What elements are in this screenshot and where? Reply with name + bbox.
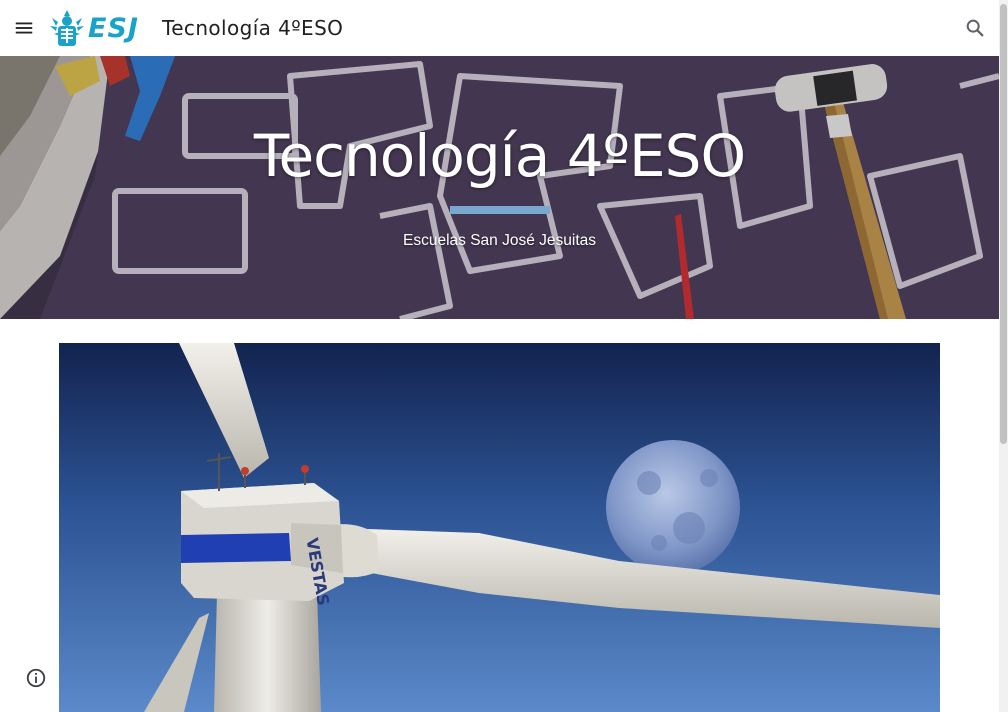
- scrollbar-thumb[interactable]: [1000, 4, 1007, 444]
- search-button[interactable]: [961, 14, 989, 42]
- navigation-menu-button[interactable]: [10, 14, 38, 42]
- school-logo[interactable]: ESJ: [48, 8, 139, 48]
- header-banner: Tecnología 4ºESO Escuelas San José Jesui…: [0, 56, 999, 319]
- banner-accent-rule: [450, 206, 550, 214]
- wind-turbine-illustration: VESTAS: [59, 343, 940, 712]
- banner-title: Tecnología 4ºESO: [253, 122, 746, 190]
- wind-turbine-image[interactable]: VESTAS: [59, 343, 940, 712]
- info-icon: [26, 668, 46, 688]
- site-info-button[interactable]: [25, 667, 47, 689]
- site-title[interactable]: Tecnología 4ºESO: [162, 16, 343, 40]
- page-scrollbar[interactable]: [999, 0, 1008, 712]
- search-icon: [966, 19, 984, 37]
- banner-subtitle: Escuelas San José Jesuitas: [403, 232, 596, 249]
- hamburger-menu-icon: [15, 22, 33, 34]
- top-navigation-bar: ESJ Tecnología 4ºESO: [0, 0, 999, 56]
- logo-text: ESJ: [88, 12, 139, 44]
- school-crest-icon: [50, 10, 84, 46]
